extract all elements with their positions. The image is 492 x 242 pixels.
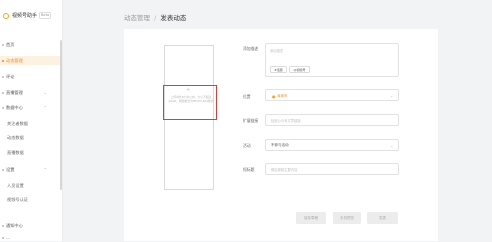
breadcrumb: 动态管理 / 发表动态 (124, 12, 186, 22)
publish-button[interactable]: 发表 (367, 212, 398, 224)
chevron-down-icon: ⌄ (43, 90, 47, 95)
sidebar-item-label: 数据中心 (6, 104, 23, 110)
location-label: 位置 (243, 94, 251, 99)
sidebar-item-label: 评论 (6, 73, 15, 79)
preview-button[interactable]: 手机预览 (333, 212, 361, 224)
sidebar-item-label: 关注者数据 (7, 120, 28, 126)
location-value: 深圳市 (277, 94, 288, 98)
sidebar-item-label: 设置 (6, 166, 15, 172)
sidebar-item-verification[interactable]: 视频号认证 (0, 195, 62, 204)
chevron-down-icon: ⌄ (390, 93, 394, 98)
sidebar-item-notifications[interactable]: 通知中心 (0, 221, 62, 230)
sidebar-item-label: 通知中心 (6, 222, 23, 228)
data-icon (2, 106, 4, 109)
sidebar-scrollbar[interactable] (60, 40, 62, 190)
sidebar-item-live-data[interactable]: 直播数据 (0, 148, 62, 157)
upload-hint: 上传时长8小时以内，大小不超过20GB，视频格式为MP4/H.264格式 (168, 95, 214, 103)
topic-tag-button[interactable]: #话题 (270, 66, 287, 73)
sidebar-item-staff-settings[interactable]: 人员设置 (0, 181, 62, 190)
short-title-placeholder: 概括视频主要内容 (271, 168, 298, 172)
sidebar-item-comments[interactable]: 评论 (0, 72, 62, 81)
sidebar-item-data-center[interactable]: 数据中心 ⌃ (0, 103, 62, 112)
sidebar-item-post-data[interactable]: 动态数据 (0, 133, 62, 142)
live-icon (2, 91, 4, 94)
short-title-label: 短标题 (243, 167, 255, 172)
sidebar-item-label: 直播数据 (7, 149, 24, 155)
description-label: 添加描述 (243, 46, 259, 51)
sidebar-item-label: 首页 (6, 41, 15, 47)
chevron-up-icon: ⌃ (43, 167, 47, 172)
sidebar-item-label: ... (6, 235, 10, 240)
bell-icon (2, 224, 4, 227)
chevron-up-icon: ⌃ (43, 105, 47, 110)
sidebar-item-label: 人员设置 (7, 182, 24, 188)
brand[interactable]: 视频号助手 Beta (3, 12, 52, 19)
link-placeholder: 粘贴公众号文章链接 (271, 119, 301, 123)
sidebar-item-label: 直播管理 (6, 89, 23, 95)
settings-icon (2, 168, 4, 171)
description-placeholder: 添加描述 (270, 49, 284, 53)
more-icon (2, 236, 4, 239)
breadcrumb-parent[interactable]: 动态管理 (124, 14, 150, 22)
sidebar: 视频号助手 Beta 首页 动态管理 评论 直播管理 ⌄ 数据中心 ⌃ 关注者数… (0, 0, 63, 241)
sidebar-item-label: 视频号认证 (7, 196, 28, 202)
comments-icon (2, 75, 4, 78)
chevron-down-icon: ⌄ (390, 143, 394, 148)
sidebar-item-label: 动态数据 (7, 134, 24, 140)
logo-icon (3, 12, 9, 19)
page-title: 发表动态 (160, 14, 187, 22)
sidebar-item-live[interactable]: 直播管理 ⌄ (0, 88, 62, 97)
plus-icon: + (186, 87, 191, 93)
sidebar-item-label: 动态管理 (6, 57, 23, 63)
home-icon (2, 43, 4, 46)
save-draft-button[interactable]: 保存草稿 (296, 212, 326, 224)
location-pin-icon: ● (272, 94, 276, 99)
sidebar-item-settings[interactable]: 设置 ⌃ (0, 165, 62, 174)
sidebar-item-posts[interactable]: 动态管理 (0, 56, 62, 65)
mention-tag-button[interactable]: @视频号 (289, 66, 310, 73)
sidebar-item-follower-data[interactable]: 关注者数据 (0, 119, 62, 128)
posts-icon (2, 59, 4, 62)
activity-label: 活动 (243, 143, 251, 148)
sidebar-item-home[interactable]: 首页 (0, 40, 62, 49)
breadcrumb-separator: / (154, 14, 157, 22)
beta-badge: Beta (39, 12, 52, 19)
activity-value: 不参与活动 (271, 143, 289, 147)
app-title: 视频号助手 (12, 13, 38, 19)
link-label: 扩展链接 (243, 118, 259, 123)
